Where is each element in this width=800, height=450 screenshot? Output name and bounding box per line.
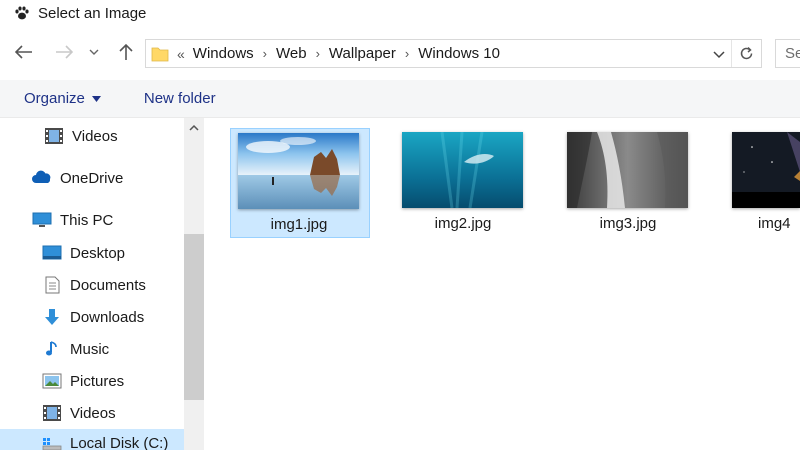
document-icon — [45, 276, 60, 294]
refresh-button[interactable] — [731, 40, 761, 67]
desktop-icon — [42, 245, 62, 260]
computer-icon — [32, 212, 52, 227]
download-icon — [45, 309, 59, 325]
file-name: img3.jpg — [599, 215, 657, 232]
image-thumbnail — [567, 132, 688, 208]
sidebar-item-label: OneDrive — [60, 169, 124, 187]
caret-down-icon — [91, 95, 101, 102]
breadcrumb-windows[interactable]: Windows — [193, 45, 254, 62]
sidebar-item-videos-pc[interactable]: Videos — [42, 399, 116, 427]
chevron-down-icon — [89, 49, 99, 55]
back-arrow-icon — [15, 45, 32, 59]
file-tile-img4[interactable]: img4 — [725, 128, 800, 238]
paw-icon — [15, 6, 29, 20]
sidebar-item-onedrive[interactable]: OneDrive — [32, 164, 123, 192]
scroll-up-button[interactable] — [184, 124, 204, 140]
folder-icon — [151, 47, 169, 61]
sidebar-item-videos[interactable]: Videos — [44, 122, 118, 150]
cloud-icon — [32, 170, 51, 183]
image-thumbnail — [402, 132, 523, 208]
video-icon — [45, 128, 63, 144]
breadcrumb-wallpaper[interactable]: Wallpaper — [329, 45, 396, 62]
sidebar-item-downloads[interactable]: Downloads — [42, 303, 144, 331]
image-thumbnail — [238, 133, 359, 209]
forward-button[interactable] — [52, 40, 76, 64]
breadcrumb-overflow[interactable]: « — [177, 46, 185, 62]
sidebar-item-label: Local Disk (C:) — [70, 434, 169, 450]
image-thumbnail — [732, 132, 800, 208]
address-bar[interactable]: « Windows › Web › Wallpaper › Windows 10 — [145, 39, 762, 68]
sidebar-item-label: Downloads — [70, 308, 145, 326]
up-button[interactable] — [114, 40, 138, 64]
command-bar: Organize New folder — [0, 80, 800, 118]
file-tile-img2[interactable]: img2.jpg — [395, 128, 535, 238]
breadcrumb-web[interactable]: Web — [276, 45, 307, 62]
organize-button[interactable]: Organize — [24, 90, 101, 107]
file-name: img1.jpg — [270, 216, 328, 233]
sidebar-item-label: Pictures — [70, 372, 125, 390]
back-button[interactable] — [12, 40, 36, 64]
breadcrumb-windows-10[interactable]: Windows 10 — [418, 45, 500, 62]
window-title: Select an Image — [38, 4, 147, 22]
file-name: img2.jpg — [434, 215, 492, 232]
sidebar-item-label: Music — [70, 340, 110, 358]
file-name: img4 — [758, 215, 791, 232]
sidebar-item-this-pc[interactable]: This PC — [32, 206, 113, 234]
chevron-up-icon — [189, 124, 199, 131]
sidebar-item-pictures[interactable]: Pictures — [42, 367, 124, 395]
navigation-pane: Videos OneDrive This PC Desktop Document… — [0, 118, 205, 450]
sidebar-item-label: Videos — [72, 127, 118, 145]
file-list: img1.jpg img2.jpg img3.jpg img4 — [205, 118, 800, 450]
pictures-icon — [42, 373, 62, 389]
search-input[interactable]: Se — [775, 39, 800, 68]
sidebar-item-label: Documents — [70, 276, 146, 294]
address-row: « Windows › Web › Wallpaper › Windows 10… — [0, 36, 800, 70]
recent-locations-button[interactable] — [84, 40, 104, 64]
sidebar-item-desktop[interactable]: Desktop — [42, 239, 125, 267]
drive-icon — [42, 438, 62, 450]
sidebar-item-local-disk[interactable]: Local Disk (C:) — [0, 429, 184, 450]
video-icon — [43, 405, 61, 421]
title-bar: Select an Image — [0, 0, 800, 26]
sidebar-item-documents[interactable]: Documents — [42, 271, 146, 299]
music-icon — [46, 341, 57, 356]
forward-arrow-icon — [56, 45, 73, 59]
sidebar-item-label: This PC — [60, 211, 114, 229]
organize-label: Organize — [24, 90, 85, 107]
sidebar-item-label: Videos — [70, 404, 116, 422]
sidebar-item-label: Desktop — [70, 244, 126, 262]
refresh-icon — [740, 46, 753, 60]
breadcrumb-separator-icon[interactable]: › — [263, 46, 267, 61]
up-arrow-icon — [119, 43, 133, 60]
breadcrumb-separator-icon[interactable]: › — [316, 46, 320, 61]
address-history-dropdown-icon[interactable] — [711, 46, 727, 62]
sidebar-item-music[interactable]: Music — [42, 335, 109, 363]
scrollbar-thumb[interactable] — [184, 234, 204, 400]
breadcrumb-separator-icon[interactable]: › — [405, 46, 409, 61]
navigation-scrollbar[interactable] — [184, 118, 204, 450]
file-tile-img3[interactable]: img3.jpg — [560, 128, 700, 238]
file-tile-img1[interactable]: img1.jpg — [230, 128, 370, 238]
new-folder-button[interactable]: New folder — [144, 90, 216, 107]
breadcrumb: « Windows › Web › Wallpaper › Windows 10 — [177, 45, 500, 62]
